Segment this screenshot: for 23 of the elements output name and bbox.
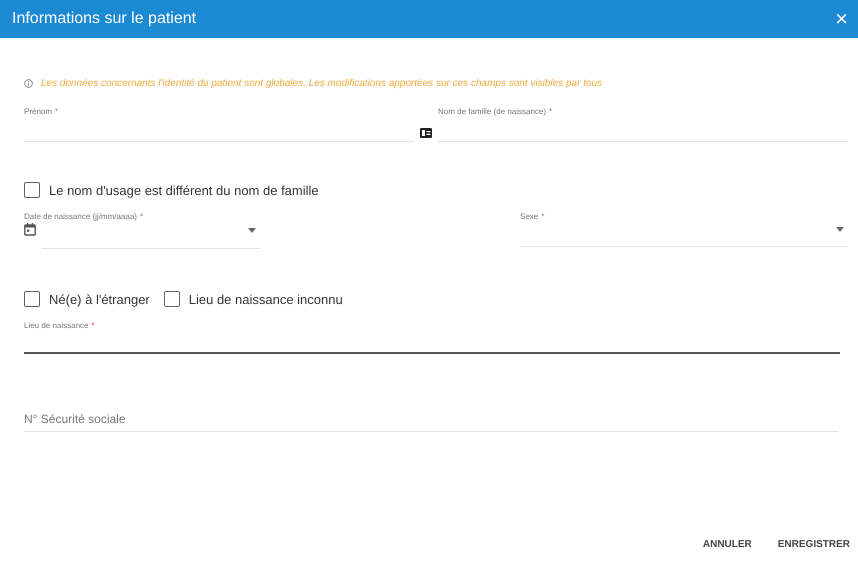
cancel-button[interactable]: ANNULER xyxy=(702,538,752,550)
caret-icon[interactable] xyxy=(248,228,256,232)
checkbox-label: Lieu de naissance inconnu xyxy=(188,292,343,306)
field-label: Lieu de naissance * xyxy=(24,321,96,330)
close-button[interactable]: × xyxy=(835,8,848,30)
checkbox-label: Né(e) à l'étranger xyxy=(49,292,150,306)
calendar-icon[interactable] xyxy=(24,223,36,236)
field-label: Nom de famille (de naissance) * xyxy=(438,107,554,116)
checkbox-option[interactable]: Né(e) à l'étranger xyxy=(24,291,150,307)
caret-icon[interactable] xyxy=(836,226,844,232)
save-button[interactable]: ENREGISTRER xyxy=(778,538,850,550)
info-icon xyxy=(24,79,33,88)
checkbox[interactable] xyxy=(164,291,180,307)
field-label: Prénom * xyxy=(24,107,60,116)
field-label: Date de naissance (jj/mm/aaaa) * xyxy=(24,212,144,221)
notice-text: Les données concernants l'identité du patient sont globales. Les modifications apportées sur ces champs sont visibles par tous xyxy=(41,78,602,89)
checkbox[interactable] xyxy=(24,182,40,198)
id-card-icon[interactable] xyxy=(420,128,432,138)
dialog-title: Informations sur le patient xyxy=(12,10,196,28)
checkbox[interactable] xyxy=(24,291,40,307)
social-security-field[interactable]: N° Sécurité sociale xyxy=(24,412,838,432)
field-label: Sexe * xyxy=(520,212,546,221)
checkbox-option[interactable]: Lieu de naissance inconnu xyxy=(164,291,343,307)
